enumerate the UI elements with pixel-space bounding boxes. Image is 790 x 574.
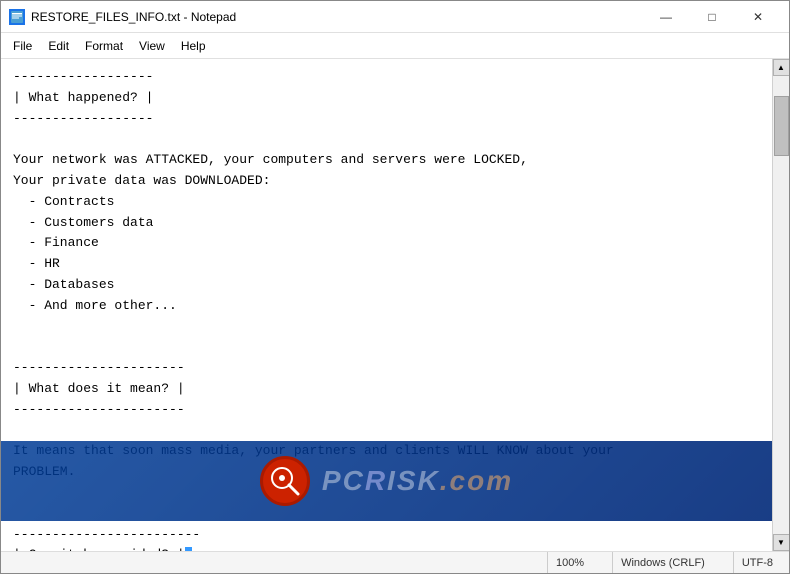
menu-format[interactable]: Format xyxy=(77,36,131,56)
menu-edit[interactable]: Edit xyxy=(40,36,77,56)
editor-area: ------------------ | What happened? | --… xyxy=(1,59,789,551)
minimize-button[interactable]: — xyxy=(643,1,689,33)
text-content[interactable]: ------------------ | What happened? | --… xyxy=(1,59,772,551)
window-title: RESTORE_FILES_INFO.txt - Notepad xyxy=(31,10,236,24)
menu-file[interactable]: File xyxy=(5,36,40,56)
scroll-down-button[interactable]: ▼ xyxy=(773,534,790,551)
app-icon xyxy=(9,9,25,25)
close-button[interactable]: ✕ xyxy=(735,1,781,33)
maximize-button[interactable]: □ xyxy=(689,1,735,33)
status-bar: 100% Windows (CRLF) UTF-8 xyxy=(1,551,789,573)
title-bar: RESTORE_FILES_INFO.txt - Notepad — □ ✕ xyxy=(1,1,789,33)
title-bar-left: RESTORE_FILES_INFO.txt - Notepad xyxy=(9,9,236,25)
status-left xyxy=(9,552,527,573)
scroll-track[interactable] xyxy=(773,76,789,534)
menu-help[interactable]: Help xyxy=(173,36,214,56)
menu-bar: File Edit Format View Help xyxy=(1,33,789,59)
window-controls: — □ ✕ xyxy=(643,1,781,33)
status-encoding: UTF-8 xyxy=(733,552,781,573)
scroll-thumb[interactable] xyxy=(774,96,789,156)
scroll-up-button[interactable]: ▲ xyxy=(773,59,790,76)
status-line-ending: Windows (CRLF) xyxy=(612,552,713,573)
menu-view[interactable]: View xyxy=(131,36,173,56)
scrollbar[interactable]: ▲ ▼ xyxy=(772,59,789,551)
notepad-window: RESTORE_FILES_INFO.txt - Notepad — □ ✕ F… xyxy=(0,0,790,574)
status-zoom: 100% xyxy=(547,552,592,573)
